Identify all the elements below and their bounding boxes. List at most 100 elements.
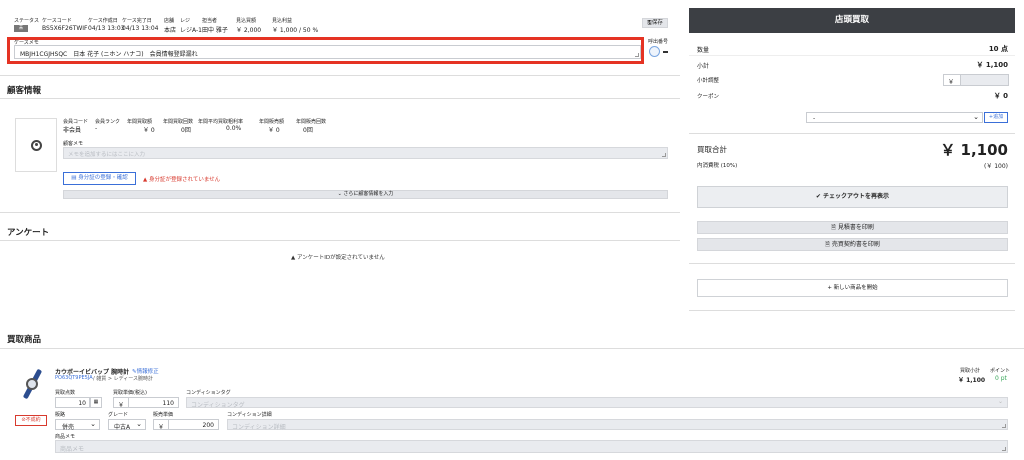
yen-prefix: ￥ <box>948 79 955 86</box>
call-number-button[interactable] <box>649 46 660 57</box>
coupon-value: ￥ 0 <box>993 92 1008 100</box>
label-completed: ケース完了日 <box>122 18 152 24</box>
label-case-code: ケースコード <box>42 18 72 24</box>
edit-link[interactable]: ✎情報修正 <box>132 367 159 375</box>
id-warning: ▲ 身分証が登録されていません <box>143 177 221 183</box>
product-memo-input[interactable]: 商品メモ <box>55 440 1008 453</box>
stat-label-annual-buy-count: 年間買取回数 <box>163 119 194 125</box>
qty-value: 10 <box>78 400 86 407</box>
condition-detail-input[interactable]: コンディション詳細 <box>227 419 1008 431</box>
qty-label: 買取点数 <box>55 390 76 396</box>
warning-icon: ▲ <box>291 255 296 261</box>
warning-icon: ▲ <box>143 177 148 183</box>
points-label: ポイント <box>990 368 1011 374</box>
customer-avatar <box>15 118 57 172</box>
expected-price: ￥ 2,000 <box>236 27 262 34</box>
grade-select[interactable]: 中古A ⌄ <box>108 419 146 431</box>
coupon-add-button[interactable]: +追加 <box>984 112 1008 123</box>
sales-channel-select[interactable]: 併売 ⌄ <box>55 419 100 431</box>
coupon-label: クーポン <box>697 94 720 100</box>
case-header: ステータス ケースコード ケース作成日 ケース完了日 店舗 レジ 担当者 見込買… <box>14 15 679 35</box>
points-value: 0 pt <box>995 375 1007 382</box>
condition-tag-select[interactable]: コンディションタグ ⌄ <box>186 397 1008 409</box>
print-contract-button[interactable]: 🗎 売買契約書を印刷 <box>697 238 1008 251</box>
sell-price-label: 販売単価 <box>153 412 174 418</box>
stat-annual-sales: ￥ 0 <box>268 127 280 134</box>
sales-channel-value: 併売 <box>62 424 75 431</box>
divider <box>689 263 1015 264</box>
box-icon: ▦ <box>93 399 99 405</box>
tax-label: 内消費税 (10%) <box>697 163 738 169</box>
label-staff: 担当者 <box>202 18 218 24</box>
stat-label-annual-sales: 年間販売額 <box>259 119 285 125</box>
chevron-down-icon: ⌄ <box>136 420 142 428</box>
label-register: レジ <box>180 18 191 24</box>
unit-price-label: 買取単価(税込) <box>113 390 147 396</box>
user-icon-head <box>35 143 38 146</box>
unit-price-value: 110 <box>162 400 174 407</box>
plus-icon: + <box>827 285 832 291</box>
condition-tag-label: コンディションタグ <box>186 390 231 396</box>
total-label: 買取合計 <box>697 145 727 154</box>
print-estimate-button[interactable]: 🗎 見積書を印刷 <box>697 221 1008 234</box>
product-code[interactable]: PO63QT9PE5JA <box>55 375 93 381</box>
checkout-button[interactable]: ✔ チェックアウトを再表示 <box>697 186 1008 208</box>
case-code: BS5X6F26TWIF <box>42 25 88 32</box>
subtotal-adjust-input[interactable]: ￥ <box>943 74 1009 86</box>
customer-memo-placeholder: メモを追加するにはここに入力 <box>68 152 146 158</box>
yen-prefix: ￥ <box>118 402 125 409</box>
resize-grip-icon[interactable] <box>1002 447 1006 451</box>
divider <box>168 420 169 429</box>
resize-grip-icon[interactable] <box>635 53 639 57</box>
survey-section-title: アンケート <box>7 228 50 238</box>
category-path: / 雑貨 > レディース腕時計 <box>93 376 154 382</box>
divider <box>0 348 1024 349</box>
grade-label: グレード <box>108 412 129 418</box>
status-badge: 未 <box>14 25 28 32</box>
id-register-button[interactable]: ▤ 身分証の登録・確認 <box>63 172 136 185</box>
save-button[interactable]: 🖫保存 <box>642 18 668 28</box>
stat-margin: 0.0% <box>226 125 242 132</box>
coupon-select[interactable]: - ⌄ <box>806 112 983 123</box>
right-subtotal-value: ￥ 1,100 <box>976 61 1008 69</box>
stat-label-annual-buy: 年間買取額 <box>127 119 153 125</box>
divider <box>689 310 1015 311</box>
register-name: レジA-1 <box>180 27 202 34</box>
new-item-button[interactable]: + 新しい商品を開始 <box>697 279 1008 297</box>
adjust-input-area <box>961 75 1008 85</box>
case-memo-input[interactable]: MBJH1CGJHSQC 日本 花子 (ニホン ハナコ) 会員情報登録漏れ <box>14 45 641 59</box>
completed-date: 04/13 13:04 <box>122 25 159 32</box>
store-name: 本店 <box>164 27 177 34</box>
label-expected-profit: 見込利益 <box>272 18 293 24</box>
watch-face <box>26 378 38 390</box>
divider <box>0 75 680 76</box>
customer-section-title: 顧客情報 <box>7 86 42 96</box>
sell-price-input[interactable]: ￥ 200 <box>153 419 219 431</box>
condition-detail-label: コンディション詳細 <box>227 412 272 418</box>
label-store: 店舗 <box>164 18 175 24</box>
id-card-icon: ▤ <box>71 175 77 181</box>
stat-label-rank: 会員ランク <box>95 119 121 125</box>
chevron-down-icon: ⌄ <box>997 398 1003 405</box>
qty-input[interactable]: 10 <box>55 397 90 408</box>
sales-channel-label: 販路 <box>55 412 66 418</box>
customer-memo-input[interactable]: メモを追加するにはここに入力 <box>63 147 668 159</box>
resize-grip-icon[interactable] <box>662 153 666 157</box>
unit-price-input[interactable]: ￥ 110 <box>113 397 179 409</box>
items-section-title: 買取商品 <box>7 335 42 345</box>
qty-unit-button[interactable]: ▦ <box>90 397 102 408</box>
label-status: ステータス <box>14 18 40 24</box>
subtotal-value: ￥ 1,100 <box>958 377 986 384</box>
stat-label-member-code: 会員コード <box>63 119 89 125</box>
subtotal-adjust-label: 小計調整 <box>697 78 720 84</box>
coupon-select-value: - <box>813 115 816 122</box>
minus-icon[interactable] <box>663 51 668 53</box>
product-memo-placeholder: 商品メモ <box>60 446 85 453</box>
condition-tag-placeholder: コンディションタグ <box>191 402 245 409</box>
subtotal-label: 買取小計 <box>960 368 981 374</box>
chevron-down-icon: ⌄ <box>973 113 979 121</box>
more-customer-info-button[interactable]: ⌄ さらに顧客情報を入力 <box>63 190 668 199</box>
resize-grip-icon[interactable] <box>1002 424 1006 428</box>
status-tag-unconcluded[interactable]: ⊘不成約 <box>15 415 47 426</box>
sell-price-value: 200 <box>202 422 214 429</box>
